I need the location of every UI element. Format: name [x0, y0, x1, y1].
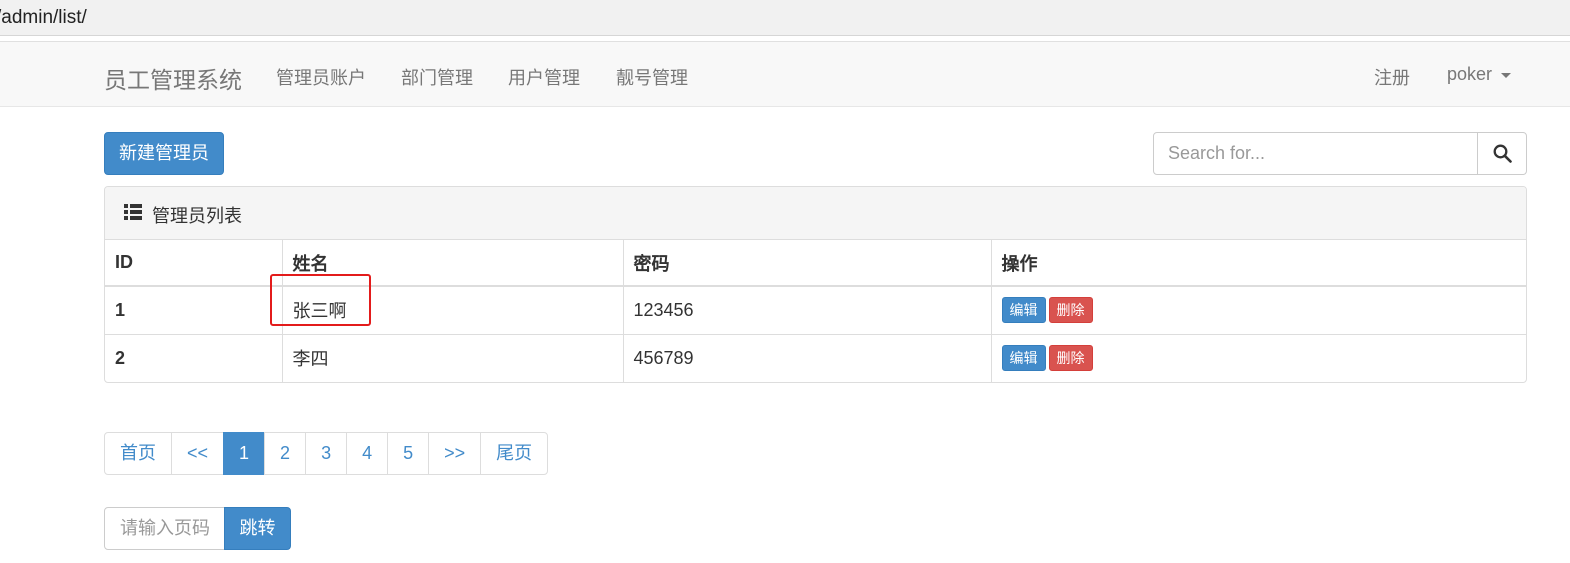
caret-down-icon [1501, 72, 1512, 78]
search-button[interactable] [1477, 132, 1527, 175]
cell-password: 456789 [622, 333, 991, 382]
navbar-brand[interactable]: 员工管理系统 [104, 61, 242, 95]
column-header-name: 姓名 [281, 240, 623, 287]
cell-name: 张三啊 [281, 285, 623, 334]
cell-id: 2 [105, 333, 282, 382]
new-admin-button[interactable]: 新建管理员 [104, 132, 224, 175]
panel-title: 管理员列表 [152, 206, 242, 226]
table-row: 1 张三啊 123456 编辑 删除 [105, 285, 1526, 334]
user-name: poker [1447, 64, 1493, 84]
panel-heading: 管理员列表 [105, 187, 1526, 240]
page-2[interactable]: 2 [264, 432, 307, 475]
table-row: 2 李四 456789 编辑 删除 [105, 333, 1526, 382]
page-4[interactable]: 4 [346, 432, 389, 475]
nav-link-pretty-number[interactable]: 靓号管理 [616, 64, 688, 90]
column-header-password: 密码 [622, 240, 991, 287]
column-header-actions: 操作 [990, 240, 1526, 287]
search-input[interactable] [1153, 132, 1479, 175]
page-3[interactable]: 3 [305, 432, 348, 475]
url-text[interactable]: /admin/list/ [0, 7, 87, 29]
delete-button[interactable]: 删除 [1048, 297, 1093, 324]
page-5[interactable]: 5 [387, 432, 430, 475]
navbar: 员工管理系统 管理员账户 部门管理 用户管理 靓号管理 注册 poker [0, 41, 1570, 107]
admin-list-panel: 管理员列表 ID 姓名 密码 操作 1 张三啊 123456 编辑 删除 2 李… [104, 186, 1527, 383]
cell-password: 123456 [622, 285, 991, 334]
cell-actions: 编辑 删除 [990, 333, 1526, 382]
nav-link-department[interactable]: 部门管理 [401, 64, 473, 90]
nav-link-user[interactable]: 用户管理 [508, 64, 580, 90]
edit-button[interactable]: 编辑 [1001, 345, 1046, 372]
page-last[interactable]: 尾页 [480, 432, 549, 475]
page-next[interactable]: >> [428, 432, 482, 475]
jump-button[interactable]: 跳转 [224, 507, 291, 550]
cell-actions: 编辑 删除 [990, 285, 1526, 334]
nav-link-admin-account[interactable]: 管理员账户 [276, 64, 366, 90]
page-1[interactable]: 1 [223, 432, 266, 475]
page-first[interactable]: 首页 [104, 432, 172, 475]
address-bar[interactable]: /admin/list/ [0, 0, 1570, 36]
pagination: 首页 << 1 2 3 4 5 >> 尾页 [104, 432, 549, 475]
list-icon [124, 204, 142, 220]
user-dropdown[interactable]: poker [1447, 64, 1512, 85]
admin-table: ID 姓名 密码 操作 1 张三啊 123456 编辑 删除 2 李四 45678… [105, 240, 1526, 382]
cell-name: 李四 [281, 333, 623, 382]
page-number-input[interactable] [104, 507, 226, 550]
cell-id: 1 [105, 285, 282, 334]
table-header-row: ID 姓名 密码 操作 [105, 240, 1526, 287]
nav-link-register[interactable]: 注册 [1374, 64, 1410, 90]
search-icon [1493, 144, 1512, 163]
edit-button[interactable]: 编辑 [1001, 297, 1046, 324]
delete-button[interactable]: 删除 [1048, 345, 1093, 372]
column-header-id: ID [105, 240, 282, 287]
page-prev[interactable]: << [171, 432, 225, 475]
